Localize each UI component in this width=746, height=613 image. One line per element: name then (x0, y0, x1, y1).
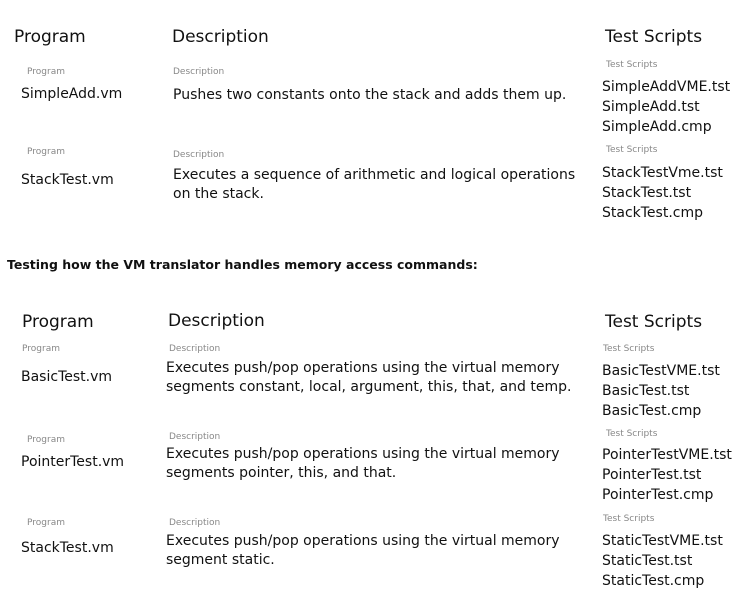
table2-header-description: Description (168, 311, 265, 331)
section-heading: Testing how the VM translator handles me… (7, 257, 478, 272)
program-name: StackTest.vm (21, 172, 114, 188)
row-program-label: Program (22, 344, 60, 354)
row-description-label: Description (169, 432, 221, 442)
row-program-label: Program (27, 518, 65, 528)
test-script-file: BasicTest.tst (602, 383, 690, 399)
program-description: Executes a sequence of arithmetic and lo… (173, 167, 576, 202)
test-script-file: PointerTestVME.tst (602, 447, 732, 463)
test-script-file: SimpleAddVME.tst (602, 79, 731, 95)
program-name: SimpleAdd.vm (21, 86, 123, 102)
table1-header-scripts: Test Scripts (605, 27, 703, 47)
test-script-file: StaticTest.cmp (602, 573, 705, 589)
test-scripts-list: SimpleAddVME.tst SimpleAdd.tst SimpleAdd… (602, 77, 730, 137)
row-scripts-label: Test Scripts (606, 145, 658, 155)
test-script-file: BasicTest.cmp (602, 403, 702, 419)
test-script-file: SimpleAdd.cmp (602, 119, 712, 135)
table1-header-program: Program (14, 27, 86, 47)
program-description: Executes push/pop operations using the v… (166, 533, 560, 568)
row-program-label: Program (27, 67, 65, 77)
program-name: StackTest.vm (21, 540, 114, 556)
table2-header-scripts: Test Scripts (605, 312, 703, 332)
row-description-label: Description (173, 67, 225, 77)
row-program-label: Program (27, 435, 65, 445)
test-script-file: PointerTest.cmp (602, 487, 714, 503)
test-script-file: StaticTestVME.tst (602, 533, 723, 549)
test-script-file: PointerTest.tst (602, 467, 702, 483)
test-script-file: BasicTestVME.tst (602, 363, 720, 379)
test-scripts-list: StackTestVme.tst StackTest.tst StackTest… (602, 163, 723, 223)
row-description-label: Description (169, 344, 221, 354)
test-scripts-list: StaticTestVME.tst StaticTest.tst StaticT… (602, 531, 723, 591)
test-script-file: StackTestVme.tst (602, 165, 723, 181)
test-script-file: SimpleAdd.tst (602, 99, 700, 115)
test-script-file: StackTest.tst (602, 185, 692, 201)
row-scripts-label: Test Scripts (606, 429, 658, 439)
test-script-file: StaticTest.tst (602, 553, 693, 569)
row-scripts-label: Test Scripts (603, 344, 655, 354)
table1-header-description: Description (172, 27, 269, 47)
table2-header-program: Program (22, 312, 94, 332)
row-scripts-label: Test Scripts (603, 514, 655, 524)
test-script-file: StackTest.cmp (602, 205, 704, 221)
program-name: PointerTest.vm (21, 454, 125, 470)
program-name: BasicTest.vm (21, 369, 113, 385)
row-scripts-label: Test Scripts (606, 60, 658, 70)
test-scripts-list: PointerTestVME.tst PointerTest.tst Point… (602, 445, 732, 505)
program-description: Executes push/pop operations using the v… (166, 446, 560, 481)
program-description: Pushes two constants onto the stack and … (173, 87, 567, 103)
test-scripts-list: BasicTestVME.tst BasicTest.tst BasicTest… (602, 361, 720, 421)
row-description-label: Description (169, 518, 221, 528)
program-description: Executes push/pop operations using the v… (166, 360, 572, 395)
row-description-label: Description (173, 150, 225, 160)
row-program-label: Program (27, 147, 65, 157)
